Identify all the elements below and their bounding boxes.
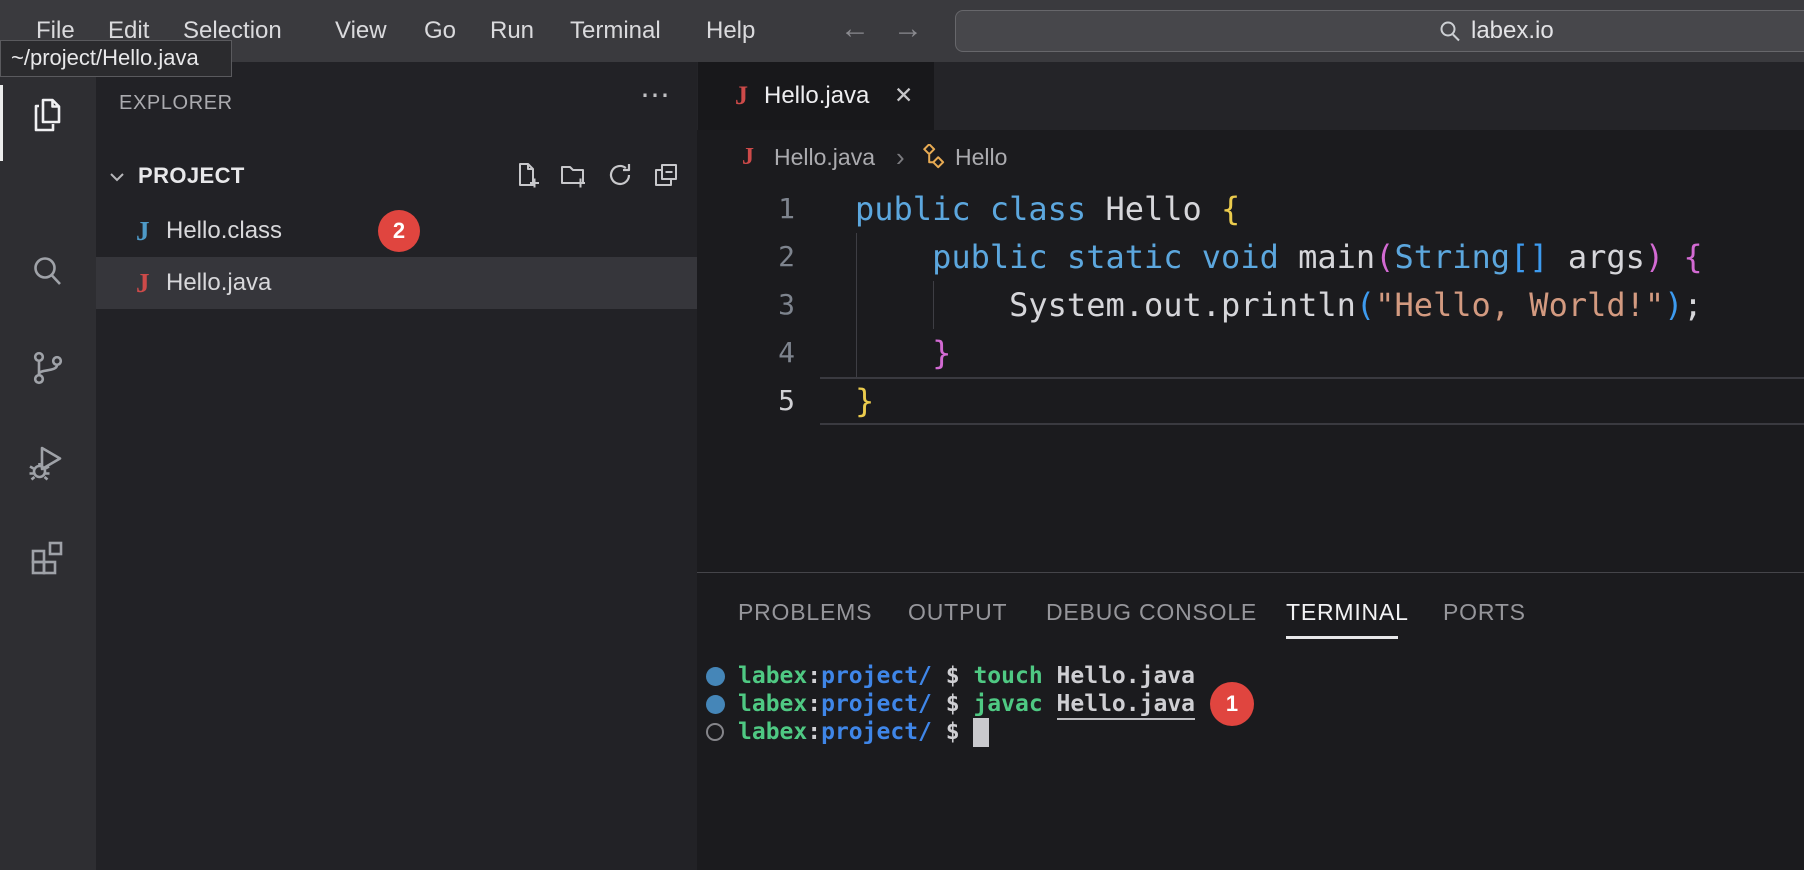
close-icon[interactable]: ✕ [894, 62, 913, 130]
editor-pane: J Hello.java › Hello 1 public class Hello… [697, 130, 1804, 572]
indent-guide [933, 281, 934, 329]
java-file-icon: J [742, 144, 754, 170]
menu-item-terminal[interactable]: Terminal [570, 0, 661, 62]
terminal-dot-empty-icon [706, 723, 724, 741]
indent-guide [856, 233, 857, 377]
line-number: 5 [778, 384, 795, 417]
error-count-badge: 2 [378, 210, 420, 252]
code-line-3[interactable]: 3 System.out.println("Hello, World!"); [697, 281, 1804, 329]
code-text: public class Hello { [855, 190, 1241, 228]
back-arrow-button[interactable]: ← [840, 0, 870, 62]
code-text: public static void main(String[] args) { [932, 238, 1703, 276]
collapse-all-icon[interactable] [651, 160, 683, 192]
breadcrumb-separator: › [896, 142, 905, 172]
menu-item-help[interactable]: Help [706, 0, 755, 62]
activity-bar [0, 62, 96, 870]
code-text: } [932, 334, 952, 372]
new-file-icon[interactable] [512, 160, 544, 192]
menu-bar: File Edit Selection View Go Run Terminal Help ←… [0, 0, 1804, 62]
panel-tab-ports[interactable]: PORTS [1443, 597, 1526, 627]
java-file-icon: J [136, 268, 150, 298]
menu-item-view[interactable]: View [335, 0, 387, 62]
breadcrumb-symbol[interactable]: Hello [955, 130, 1007, 185]
search-box-text: labex.io [1471, 16, 1554, 44]
forward-arrow-button[interactable]: → [893, 0, 923, 62]
line-number: 2 [778, 240, 795, 273]
line-number: 3 [778, 288, 795, 321]
terminal-dot-filled-icon [706, 695, 725, 714]
menu-item-go[interactable]: Go [424, 0, 456, 62]
line-number: 1 [778, 192, 795, 225]
explorer-more-actions-button[interactable]: ⋯ [640, 78, 670, 113]
java-file-icon: J [136, 216, 150, 246]
code-line-1[interactable]: 1 public class Hello { [697, 185, 1804, 233]
step-badge: 1 [1210, 682, 1254, 726]
source-control-icon[interactable] [26, 346, 70, 390]
chevron-down-icon [106, 166, 128, 188]
tab-hello-java[interactable]: J Hello.java ✕ [698, 62, 934, 130]
code-line-2[interactable]: 2 public static void main(String[] args)… [697, 233, 1804, 281]
line-number: 4 [778, 336, 795, 369]
bottom-panel: PROBLEMS OUTPUT DEBUG CONSOLE TERMINAL PORTS… [697, 572, 1804, 870]
run-debug-icon[interactable] [26, 442, 70, 486]
breadcrumb-file[interactable]: Hello.java [774, 130, 875, 185]
explorer-sidebar: EXPLORER ⋯ PROJECT J Hello.class 2 J Hel… [96, 62, 697, 870]
code-text: } [855, 382, 875, 420]
new-folder-icon[interactable] [558, 160, 590, 192]
java-file-icon: J [735, 81, 748, 110]
code-line-5[interactable]: 5} [697, 377, 1804, 425]
code-line-4[interactable]: 4 } [697, 329, 1804, 377]
menu-item-run[interactable]: Run [490, 0, 534, 62]
project-section-header[interactable]: PROJECT [96, 150, 697, 202]
refresh-icon[interactable] [605, 160, 637, 192]
active-view-indicator [0, 85, 3, 161]
panel-tab-terminal[interactable]: TERMINAL [1286, 597, 1409, 627]
terminal-line: labex:project/ $ javac Hello.java [738, 690, 1196, 720]
active-panel-tab-underline [1286, 636, 1398, 639]
file-name: Hello.java [166, 269, 272, 296]
path-tooltip: ~/project/Hello.java [0, 40, 232, 77]
code-text: System.out.println("Hello, World!"); [1009, 286, 1703, 324]
extensions-icon[interactable] [26, 535, 70, 579]
panel-tab-output[interactable]: OUTPUT [908, 597, 1007, 627]
panel-tab-problems[interactable]: PROBLEMS [738, 597, 872, 627]
search-icon [1438, 19, 1462, 43]
terminal-line: labex:project/ $ touch Hello.java [738, 663, 1196, 689]
search-view-icon[interactable] [26, 250, 70, 294]
terminal-dot-filled-icon [706, 667, 725, 686]
file-name: Hello.class [166, 217, 283, 244]
project-section-label: PROJECT [138, 163, 245, 188]
explorer-icon[interactable] [26, 93, 70, 137]
editor-tab-strip: J Hello.java ✕ [697, 62, 1804, 130]
terminal-line: labex:project/ $ [738, 718, 990, 747]
file-row-hello-class[interactable]: J Hello.class 2 [96, 205, 697, 257]
explorer-title: EXPLORER [119, 92, 233, 114]
command-center-search[interactable]: labex.io [955, 10, 1804, 52]
vscode-window: File Edit Selection View Go Run Terminal Help ←… [0, 0, 1804, 870]
breadcrumb: J Hello.java › Hello [697, 130, 1804, 185]
tooltip-text: ~/project/Hello.java [11, 45, 199, 70]
panel-tab-debug-console[interactable]: DEBUG CONSOLE [1046, 597, 1257, 627]
tab-label: Hello.java [764, 82, 870, 109]
terminal-cursor [973, 718, 990, 747]
file-row-hello-java[interactable]: J Hello.java [96, 257, 697, 309]
